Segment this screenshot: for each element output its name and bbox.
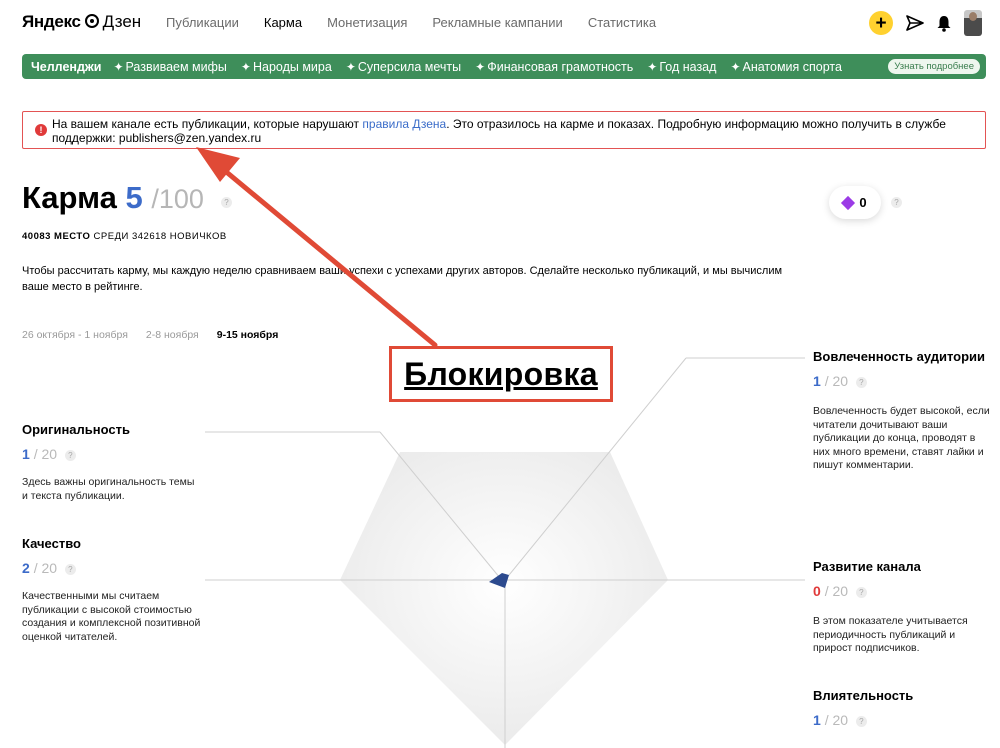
exclamation-icon: ! bbox=[35, 124, 47, 136]
metric-score: 1 / 20 ? bbox=[813, 373, 991, 389]
annotation-label: Блокировка bbox=[389, 346, 613, 402]
gems-value: 0 bbox=[859, 195, 867, 210]
metric-originality: Оригинальность 1 / 20 ? Здесь важны ориг… bbox=[22, 420, 202, 503]
header-actions: + bbox=[869, 10, 982, 36]
metric-total: / 20 bbox=[824, 583, 849, 599]
learn-more-button[interactable]: Узнать подробнее bbox=[888, 59, 980, 74]
help-icon[interactable]: ? bbox=[64, 563, 76, 575]
karma-total: /100 bbox=[151, 184, 204, 214]
diamond-icon bbox=[841, 195, 856, 210]
warning-text-before: На вашем канале есть публикации, которые… bbox=[52, 117, 363, 131]
bell-icon[interactable] bbox=[937, 15, 951, 32]
metric-note: Качественными мы считаем публикации с вы… bbox=[22, 590, 201, 643]
header: Яндекс Дзен Публикации Карма Монетизация … bbox=[0, 0, 1000, 46]
week-selector: 26 октября - 1 ноября 2-8 ноября 9-15 но… bbox=[22, 329, 296, 341]
week-option[interactable]: 2-8 ноября bbox=[146, 329, 199, 341]
challenge-label: Финансовая грамотность bbox=[487, 59, 634, 74]
metric-score: 1 / 20 ? bbox=[22, 446, 202, 462]
karma-title: Карма bbox=[22, 180, 117, 215]
metric-note: Здесь важны оригинальность темы и текста… bbox=[22, 476, 195, 502]
nav-statistics[interactable]: Статистика bbox=[588, 15, 656, 30]
logo-product: Дзен bbox=[102, 12, 142, 31]
metric-total: / 20 bbox=[824, 373, 849, 389]
karma-value: 5 bbox=[125, 180, 143, 215]
metric-engagement: Вовлеченность аудитории 1 / 20 ? Вовлече… bbox=[813, 347, 991, 473]
challenge-label: Народы мира bbox=[252, 59, 332, 74]
karma-description: Чтобы рассчитать карму, мы каждую неделю… bbox=[22, 265, 783, 293]
metric-quality: Качество 2 / 20 ? Качественными мы счита… bbox=[22, 534, 202, 644]
sparkle-icon: ✦ bbox=[240, 59, 251, 74]
annotation-text: Блокировка bbox=[404, 355, 598, 392]
send-icon[interactable] bbox=[906, 15, 924, 31]
metric-influence: Влиятельность 1 / 20 ? bbox=[813, 686, 991, 728]
challenges-bar: Челленджи ✦ Развиваем мифы ✦ Народы мира ✦… bbox=[22, 54, 986, 79]
metric-name: Качество bbox=[22, 536, 81, 551]
nav-monetization[interactable]: Монетизация bbox=[327, 15, 407, 30]
gems-counter[interactable]: 0 bbox=[829, 186, 881, 219]
challenges-title: Челленджи bbox=[31, 59, 102, 74]
rules-link[interactable]: правила Дзена bbox=[362, 117, 446, 131]
sparkle-icon: ✦ bbox=[113, 59, 124, 74]
metric-score: 0 / 20 ? bbox=[813, 583, 991, 599]
nav-ad-campaigns[interactable]: Рекламные кампании bbox=[432, 15, 562, 30]
sparkle-icon: ✦ bbox=[345, 59, 356, 74]
nav-karma[interactable]: Карма bbox=[264, 15, 302, 30]
challenge-item[interactable]: ✦ Развиваем мифы bbox=[113, 60, 226, 74]
help-icon[interactable]: ? bbox=[855, 376, 867, 388]
metric-total: / 20 bbox=[33, 446, 58, 462]
week-option[interactable]: 26 октября - 1 ноября bbox=[22, 329, 128, 341]
karma-heading: Карма 5 /100 bbox=[22, 180, 204, 216]
help-icon[interactable]: ? bbox=[855, 586, 867, 598]
challenge-item[interactable]: ✦ Народы мира bbox=[241, 60, 332, 74]
logo[interactable]: Яндекс Дзен bbox=[22, 12, 141, 32]
metric-value: 0 bbox=[813, 583, 821, 599]
metric-score: 1 / 20 ? bbox=[813, 712, 991, 728]
nav-publications[interactable]: Публикации bbox=[166, 15, 239, 30]
challenge-label: Развиваем мифы bbox=[125, 59, 227, 74]
metric-name: Вовлеченность аудитории bbox=[813, 349, 986, 364]
sparkle-icon: ✦ bbox=[475, 59, 486, 74]
challenge-label: Суперсила мечты bbox=[357, 59, 462, 74]
metric-total: / 20 bbox=[824, 712, 849, 728]
metric-growth: Развитие канала 0 / 20 ? В этом показате… bbox=[813, 557, 991, 656]
karma-value-shape bbox=[489, 573, 509, 588]
violation-warning: ! На вашем канале есть публикации, котор… bbox=[22, 111, 986, 149]
challenge-label: Год назад bbox=[659, 59, 717, 74]
metric-value: 1 bbox=[813, 373, 821, 389]
help-icon[interactable]: ? bbox=[64, 449, 76, 461]
metric-note: Вовлеченность будет высокой, если читате… bbox=[813, 405, 990, 471]
plus-icon[interactable]: + bbox=[869, 11, 893, 35]
challenge-item[interactable]: ✦ Год назад bbox=[647, 60, 716, 74]
sparkle-icon: ✦ bbox=[647, 59, 658, 74]
challenge-label: Анатомия спорта bbox=[742, 59, 842, 74]
pentagon-background bbox=[340, 452, 668, 745]
help-icon[interactable]: ? bbox=[221, 197, 232, 208]
logo-mark-icon bbox=[84, 14, 99, 28]
metric-value: 1 bbox=[22, 446, 30, 462]
rank-rest: среди 342618 новичков bbox=[93, 231, 227, 242]
metric-score: 2 / 20 ? bbox=[22, 560, 202, 576]
main-nav: Публикации Карма Монетизация Рекламные к… bbox=[166, 15, 681, 30]
help-icon[interactable]: ? bbox=[891, 197, 902, 208]
metric-value: 1 bbox=[813, 712, 821, 728]
help-icon[interactable]: ? bbox=[855, 715, 867, 727]
challenge-item[interactable]: ✦ Суперсила мечты bbox=[346, 60, 461, 74]
metric-total: / 20 bbox=[33, 560, 58, 576]
metric-name: Оригинальность bbox=[22, 422, 130, 437]
sparkle-icon: ✦ bbox=[730, 59, 741, 74]
metric-value: 2 bbox=[22, 560, 30, 576]
guide-line bbox=[379, 431, 501, 579]
karma-rank: 40083 место среди 342618 новичков bbox=[22, 231, 227, 242]
metric-name: Влиятельность bbox=[813, 688, 914, 703]
metric-note: В этом показателе учитывается периодично… bbox=[813, 615, 968, 654]
rank-place: 40083 место bbox=[22, 231, 91, 242]
week-option-active[interactable]: 9-15 ноября bbox=[217, 329, 279, 341]
metric-name: Развитие канала bbox=[813, 559, 921, 574]
avatar[interactable] bbox=[964, 10, 982, 36]
challenge-item[interactable]: ✦ Финансовая грамотность bbox=[475, 60, 633, 74]
logo-brand: Яндекс bbox=[22, 12, 81, 31]
challenge-item[interactable]: ✦ Анатомия спорта bbox=[730, 60, 842, 74]
